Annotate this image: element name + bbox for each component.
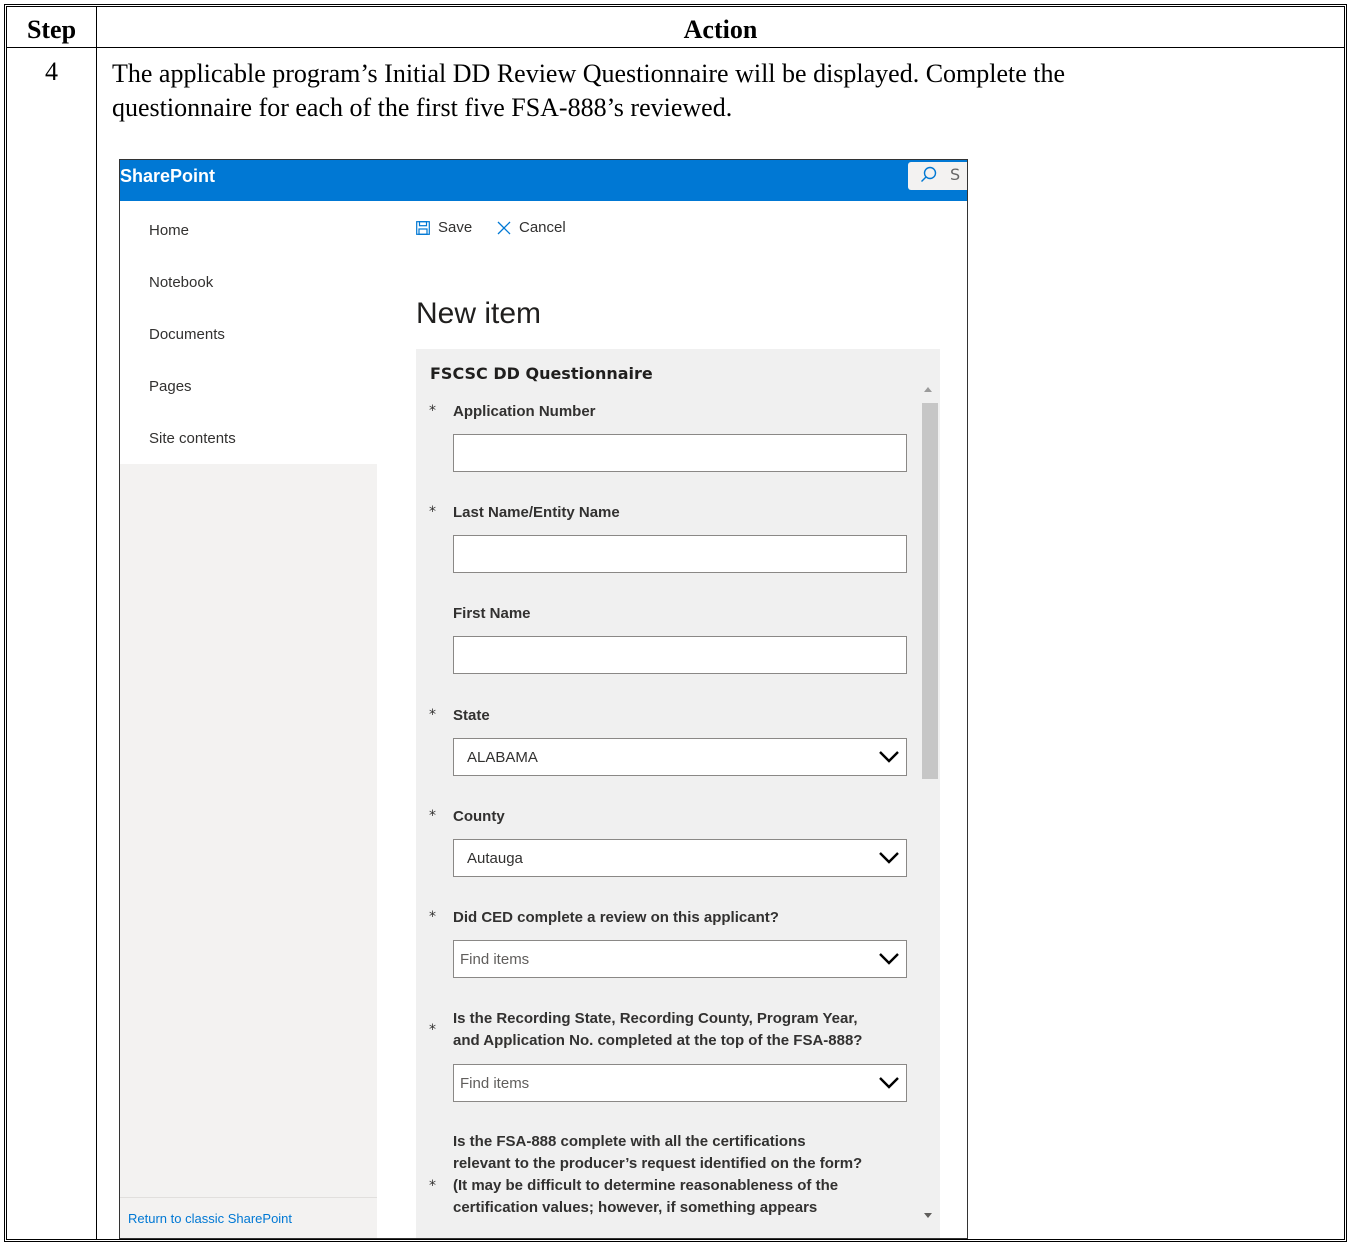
first-name-label: First Name <box>453 605 531 622</box>
header-step: Step <box>26 15 77 44</box>
search-box[interactable]: S <box>908 162 967 190</box>
last-name-label: Last Name/Entity Name <box>453 504 620 521</box>
nav-item-site-contents[interactable]: Site contents <box>149 430 236 447</box>
recording-state-dropdown[interactable]: Find items <box>453 1064 907 1102</box>
scroll-down-arrow-icon[interactable] <box>924 1213 932 1218</box>
scrollbar-thumb[interactable] <box>922 403 938 779</box>
nav-item-documents[interactable]: Documents <box>149 326 225 343</box>
fsa888-complete-label: Is the FSA-888 complete with all the cer… <box>453 1133 863 1216</box>
left-navigation: Home Notebook Documents Pages Site conte… <box>120 201 377 1238</box>
county-value: Autauga <box>467 850 523 867</box>
suite-bar: SharePoint S <box>120 160 967 201</box>
close-icon <box>497 221 511 235</box>
recording-state-placeholder: Find items <box>460 1075 530 1092</box>
scroll-up-arrow-icon[interactable] <box>924 387 932 392</box>
cancel-button[interactable]: Cancel <box>497 219 566 236</box>
state-value: ALABAMA <box>467 749 538 766</box>
required-marker: * <box>429 707 436 723</box>
required-marker: * <box>429 403 436 419</box>
nav-item-home[interactable]: Home <box>149 222 189 239</box>
required-marker: * <box>429 909 436 925</box>
action-text: The applicable program’s Initial DD Revi… <box>112 57 1332 125</box>
form-title: FSCSC DD Questionnaire <box>430 364 653 383</box>
county-dropdown[interactable]: Autauga <box>453 839 907 877</box>
return-to-classic-link[interactable]: Return to classic SharePoint <box>128 1211 292 1226</box>
save-icon <box>416 221 430 235</box>
nav-item-notebook[interactable]: Notebook <box>149 274 213 291</box>
column-divider <box>96 7 97 1239</box>
step-number: 4 <box>45 57 58 86</box>
ced-review-dropdown[interactable]: Find items <box>453 940 907 978</box>
nav-links-panel: Home Notebook Documents Pages Site conte… <box>120 201 377 464</box>
chevron-down-icon <box>879 852 899 864</box>
county-label: County <box>453 808 505 825</box>
recording-state-label: Is the Recording State, Recording County… <box>453 1010 863 1049</box>
nav-item-pages[interactable]: Pages <box>149 378 192 395</box>
last-name-field[interactable] <box>453 535 907 573</box>
action-line-2: questionnaire for each of the first five… <box>112 93 733 122</box>
application-number-field[interactable] <box>453 434 907 472</box>
state-label: State <box>453 707 490 724</box>
chevron-down-icon <box>879 751 899 763</box>
required-marker: * <box>429 808 436 824</box>
required-marker: * <box>429 1178 436 1194</box>
main-content: Save Cancel New item FSCSC DD Questionna… <box>377 201 967 1238</box>
header-action: Action <box>683 15 758 44</box>
application-number-label: Application Number <box>453 403 596 420</box>
action-line-1: The applicable program’s Initial DD Revi… <box>112 59 1066 88</box>
save-button[interactable]: Save <box>416 219 472 236</box>
state-dropdown[interactable]: ALABAMA <box>453 738 907 776</box>
ced-review-label: Did CED complete a review on this applic… <box>453 909 779 926</box>
ced-review-placeholder: Find items <box>460 951 530 968</box>
table-header-row: Step Action <box>7 7 1344 48</box>
chevron-down-icon <box>879 1077 899 1089</box>
sharepoint-brand[interactable]: SharePoint <box>120 166 215 187</box>
page-title: New item <box>416 297 542 330</box>
save-label: Save <box>438 219 473 236</box>
search-icon <box>921 166 937 182</box>
search-placeholder: S <box>950 165 961 184</box>
sharepoint-screenshot: SharePoint S Home Notebook Documents Pag… <box>119 159 968 1239</box>
required-marker: * <box>429 1022 436 1038</box>
first-name-field[interactable] <box>453 636 907 674</box>
chevron-down-icon <box>879 953 899 965</box>
form-panel: FSCSC DD Questionnaire * Application Num… <box>416 349 940 1238</box>
cancel-label: Cancel <box>519 219 566 236</box>
required-marker: * <box>429 504 436 520</box>
nav-divider <box>120 1197 377 1198</box>
